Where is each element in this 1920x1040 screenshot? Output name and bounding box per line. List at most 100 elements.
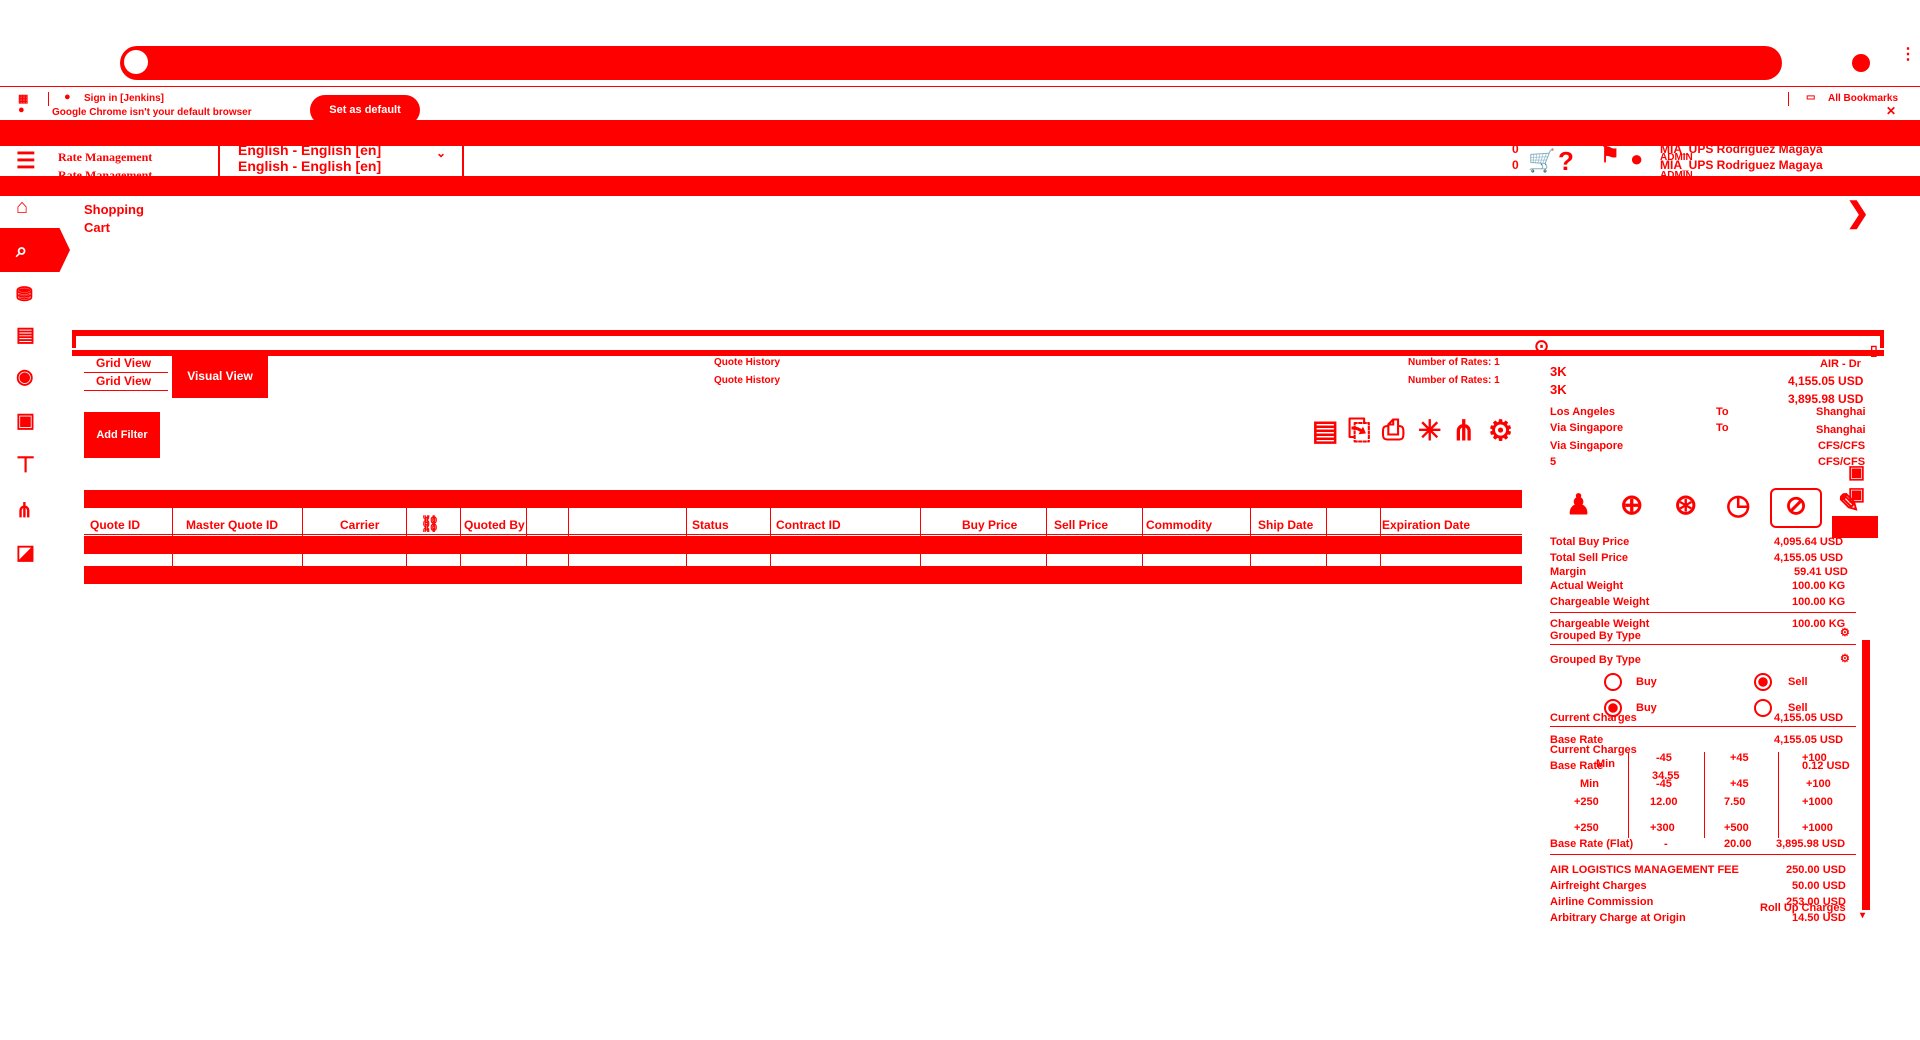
current-charges-value: 4,155.05 USD: [1774, 712, 1844, 724]
globe-icon[interactable]: ⊕: [1620, 488, 1643, 521]
site-info-icon[interactable]: [124, 50, 148, 74]
panel-resize-icon[interactable]: ▯: [1870, 342, 1878, 359]
fee1-label: AIR LOGISTICS MANAGEMENT FEE: [1550, 864, 1739, 876]
table-header: Quote ID Master Quote ID Carrier ⛓ Quote…: [84, 506, 1522, 536]
buy-radio[interactable]: [1604, 673, 1622, 691]
language-value: English - English [en]: [238, 142, 382, 158]
margin-label: Margin: [1550, 566, 1587, 578]
separator: [48, 92, 49, 106]
margin-value: 59.41 USD: [1794, 566, 1848, 578]
sidebar-network-icon[interactable]: ⋔: [16, 498, 33, 523]
tab-grid-view-dup[interactable]: Grid View: [96, 374, 151, 388]
address-bar[interactable]: [120, 46, 1782, 80]
hierarchy-icon[interactable]: ⋔: [1452, 414, 1475, 447]
sidebar-active-search[interactable]: [0, 228, 70, 272]
sidebar-rate-icon[interactable]: ⛃: [16, 282, 33, 307]
tier-v2: +45: [1730, 778, 1749, 790]
sign-in-icon[interactable]: ●: [64, 91, 71, 103]
rates-count: Number of Rates: 1: [1408, 357, 1500, 368]
table-row[interactable]: [84, 536, 1522, 554]
link-icon[interactable]: ⛓: [420, 514, 440, 534]
print-icon[interactable]: ⎙: [1382, 414, 1404, 447]
actual-weight-value: 100.00 KG: [1792, 580, 1846, 592]
panel-side-icon[interactable]: ▣: [1848, 462, 1865, 483]
help-icon[interactable]: ?: [1558, 146, 1574, 177]
clock-icon[interactable]: ◷: [1726, 488, 1750, 521]
sidebar-doc-icon[interactable]: ▣: [16, 408, 35, 433]
quote-history-link[interactable]: Quote History: [714, 357, 780, 368]
tier-v2-2: +1000: [1802, 796, 1833, 808]
cart-icon[interactable]: 🛒: [1528, 148, 1555, 174]
tier-h2-0b: +250: [1574, 822, 1599, 834]
notification-icon[interactable]: ⚑: [1600, 142, 1620, 168]
content-frame-left: [72, 330, 76, 348]
panel-scrollbar[interactable]: [1862, 640, 1870, 910]
search-circle-icon[interactable]: ⊙: [1534, 336, 1549, 357]
total-sell-value: 4,155.05 USD: [1774, 552, 1844, 564]
tier-v0: Min: [1580, 778, 1599, 790]
tier-v2-1: 7.50: [1724, 796, 1746, 808]
table-row-2[interactable]: [84, 566, 1522, 584]
col-quoted-by[interactable]: Quoted By: [464, 518, 525, 532]
col-buy-price[interactable]: Buy Price: [962, 518, 1017, 532]
base-flat-20: 20.00: [1724, 838, 1752, 850]
person-icon[interactable]: ♟: [1566, 488, 1591, 521]
network-icon[interactable]: ⊛: [1674, 488, 1697, 521]
refresh-icon[interactable]: ✳: [1418, 414, 1441, 447]
col-carrier[interactable]: Carrier: [340, 518, 379, 532]
grouped-gear-icon[interactable]: ⚙: [1840, 626, 1850, 639]
col-ship-date[interactable]: Ship Date: [1258, 518, 1313, 532]
shopping-cart-label[interactable]: Shopping: [84, 202, 144, 217]
expand-icon[interactable]: ❯: [1846, 196, 1869, 229]
hamburger-icon[interactable]: ☰: [16, 148, 36, 174]
sidebar-tool-icon[interactable]: ⊤: [16, 452, 35, 478]
sell-radio[interactable]: [1754, 673, 1772, 691]
tab-grid-view[interactable]: Grid View: [96, 356, 151, 370]
user-role: ADMIN: [1660, 152, 1693, 163]
edit-icon[interactable]: ✎: [1838, 488, 1860, 519]
grouped-label: Grouped By Type: [1550, 630, 1641, 642]
warning-icon: ●: [18, 104, 25, 116]
col-status[interactable]: Status: [692, 518, 729, 532]
chargeable-weight-value: 100.00 KG: [1792, 596, 1846, 608]
quote-history-link-dup[interactable]: Quote History: [714, 375, 780, 386]
sidebar-home-icon[interactable]: ⌂: [16, 196, 28, 219]
profile-icon[interactable]: [1852, 54, 1870, 72]
settings-icon[interactable]: ⚙: [1488, 414, 1513, 447]
export-icon[interactable]: ⎘: [1348, 414, 1370, 447]
col-quote-id[interactable]: Quote ID: [90, 518, 140, 532]
tab-visual-view[interactable]: Visual View: [172, 354, 268, 398]
panel-dest-type: CFS/CFS: [1818, 440, 1866, 452]
folder-icon: ▭: [1806, 92, 1816, 103]
cart-count-dup: 0: [1512, 158, 1519, 172]
current-charges-label: Current Charges: [1550, 712, 1637, 724]
col-master-quote-id[interactable]: Master Quote ID: [186, 518, 278, 532]
scroll-down-icon[interactable]: ▾: [1860, 910, 1865, 921]
shopping-cart-label-2[interactable]: Cart: [84, 220, 110, 235]
base-flat-dash: -: [1664, 838, 1668, 850]
sidebar-globe-icon[interactable]: ◉: [16, 364, 33, 389]
panel-destination: Shanghai: [1816, 406, 1866, 418]
report-icon[interactable]: ▤: [1312, 414, 1338, 447]
panel-count: 5: [1550, 456, 1557, 468]
panel-tab[interactable]: [1832, 516, 1878, 538]
col-expiration-date[interactable]: Expiration Date: [1382, 518, 1470, 532]
avatar[interactable]: ●: [1630, 146, 1643, 172]
sidebar-calc-icon[interactable]: ▤: [16, 322, 35, 347]
col-contract-id[interactable]: Contract ID: [776, 518, 841, 532]
sell-radio-2[interactable]: [1754, 699, 1772, 717]
menu-icon[interactable]: ⋮: [1900, 44, 1916, 63]
sign-in-link[interactable]: Sign in [Jenkins]: [84, 93, 164, 104]
col-sell-price[interactable]: Sell Price: [1054, 518, 1108, 532]
bookmarks-separator: [1788, 92, 1789, 106]
all-bookmarks[interactable]: All Bookmarks: [1828, 93, 1898, 104]
sidebar-chart-icon[interactable]: ◪: [16, 540, 35, 565]
panel-code: 3K: [1550, 364, 1567, 379]
add-filter-button[interactable]: Add Filter: [84, 412, 160, 458]
close-icon[interactable]: ✕: [1886, 104, 1896, 118]
block-icon[interactable]: ⊘: [1770, 488, 1822, 528]
col-commodity[interactable]: Commodity: [1146, 518, 1212, 532]
content-frame-top-2: [72, 350, 1884, 356]
panel-via-dup: Via Singapore: [1550, 440, 1624, 452]
grouped-gear-icon-2[interactable]: ⚙: [1840, 652, 1850, 665]
